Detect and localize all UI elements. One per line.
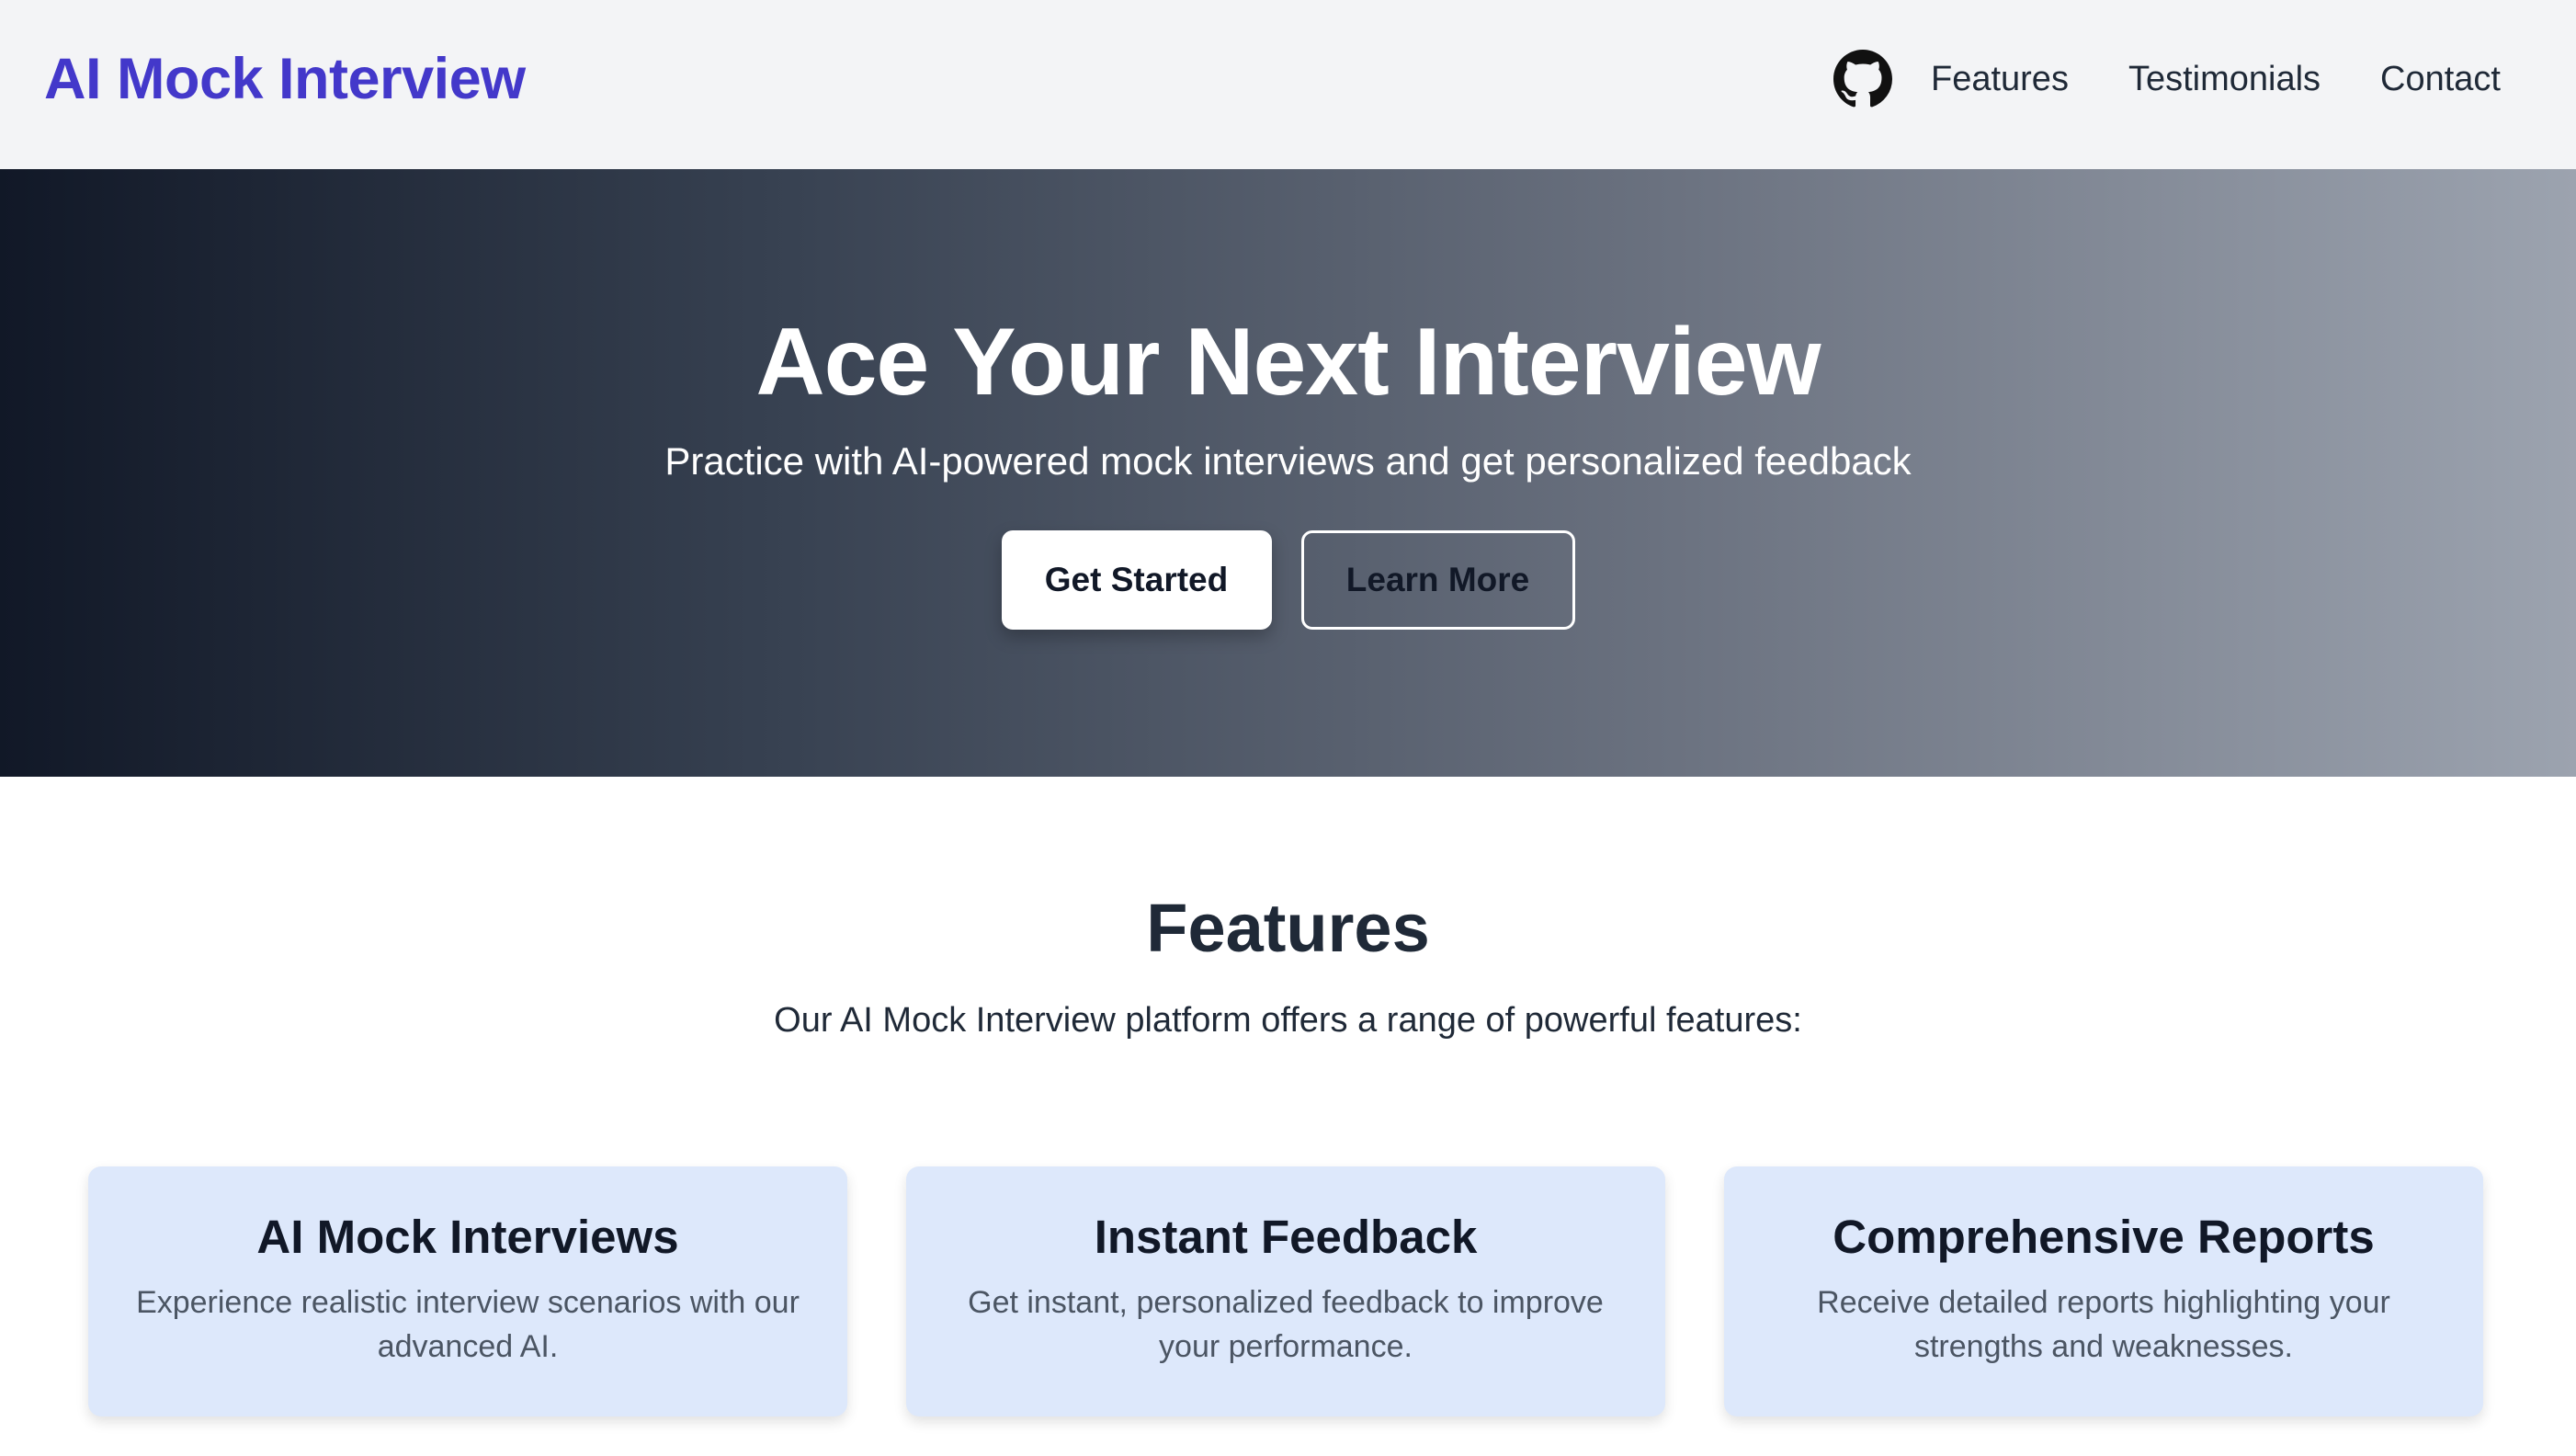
nav-link-contact[interactable]: Contact — [2380, 60, 2501, 99]
features-subtitle: Our AI Mock Interview platform offers a … — [774, 1001, 1802, 1040]
feature-card-title: Comprehensive Reports — [1833, 1211, 2375, 1263]
hero-section: Ace Your Next Interview Practice with AI… — [0, 169, 2576, 777]
features-title: Features — [1146, 890, 1430, 966]
hero-subtitle: Practice with AI-powered mock interviews… — [664, 439, 1912, 483]
feature-card-description: Experience realistic interview scenarios… — [136, 1285, 800, 1364]
features-section: Features Our AI Mock Interview platform … — [0, 777, 2576, 1456]
feature-card-ai-mock-interviews: AI Mock Interviews Experience realistic … — [88, 1166, 847, 1416]
feature-card-title: AI Mock Interviews — [256, 1211, 679, 1263]
feature-cards: AI Mock Interviews Experience realistic … — [88, 1166, 2483, 1416]
feature-card-description: Get instant, personalized feedback to im… — [968, 1285, 1604, 1364]
brand-logo[interactable]: AI Mock Interview — [44, 40, 526, 118]
feature-card-instant-feedback: Instant Feedback Get instant, personaliz… — [906, 1166, 1665, 1416]
feature-card-description: Receive detailed reports highlighting yo… — [1817, 1285, 2390, 1364]
nav-link-testimonials[interactable]: Testimonials — [2128, 60, 2321, 99]
hero-title: Ace Your Next Interview — [755, 309, 1821, 415]
site-header: AI Mock Interview Features Testimonials … — [0, 0, 2576, 169]
get-started-button[interactable]: Get Started — [1001, 530, 1272, 630]
nav-link-features[interactable]: Features — [1931, 60, 2069, 99]
feature-card-title: Instant Feedback — [1094, 1211, 1478, 1263]
learn-more-button[interactable]: Learn More — [1300, 530, 1575, 630]
feature-card-comprehensive-reports: Comprehensive Reports Receive detailed r… — [1724, 1166, 2483, 1416]
hero-actions: Get Started Learn More — [0, 530, 2576, 630]
github-icon[interactable] — [1833, 50, 1892, 108]
main-nav: Features Testimonials Contact — [1833, 40, 2501, 118]
